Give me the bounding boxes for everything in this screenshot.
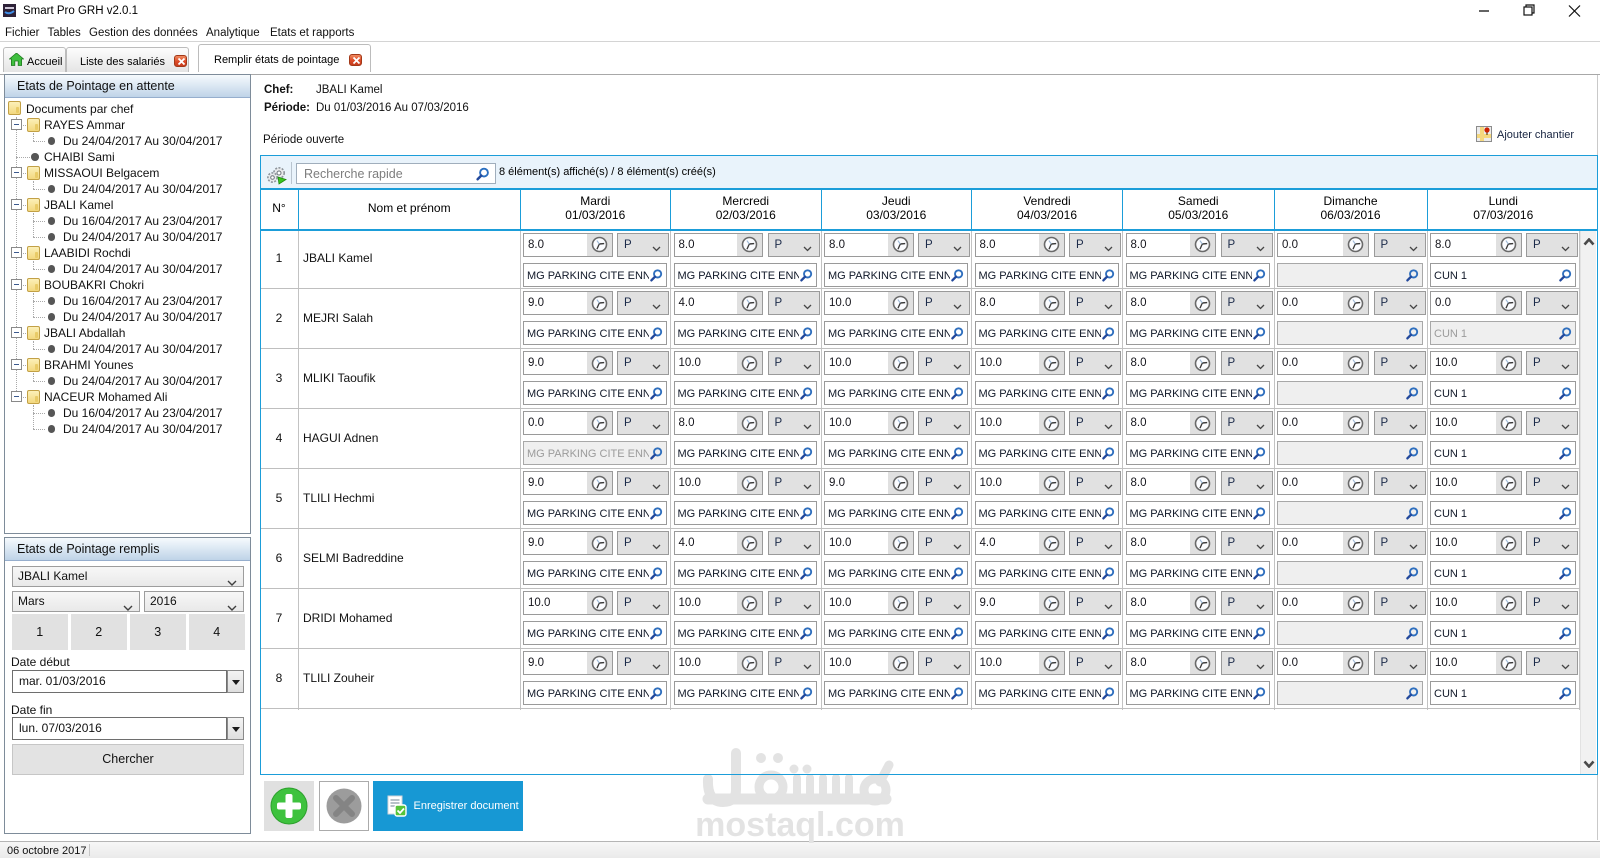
svg-text:mostaql.com: mostaql.com [695, 806, 905, 844]
